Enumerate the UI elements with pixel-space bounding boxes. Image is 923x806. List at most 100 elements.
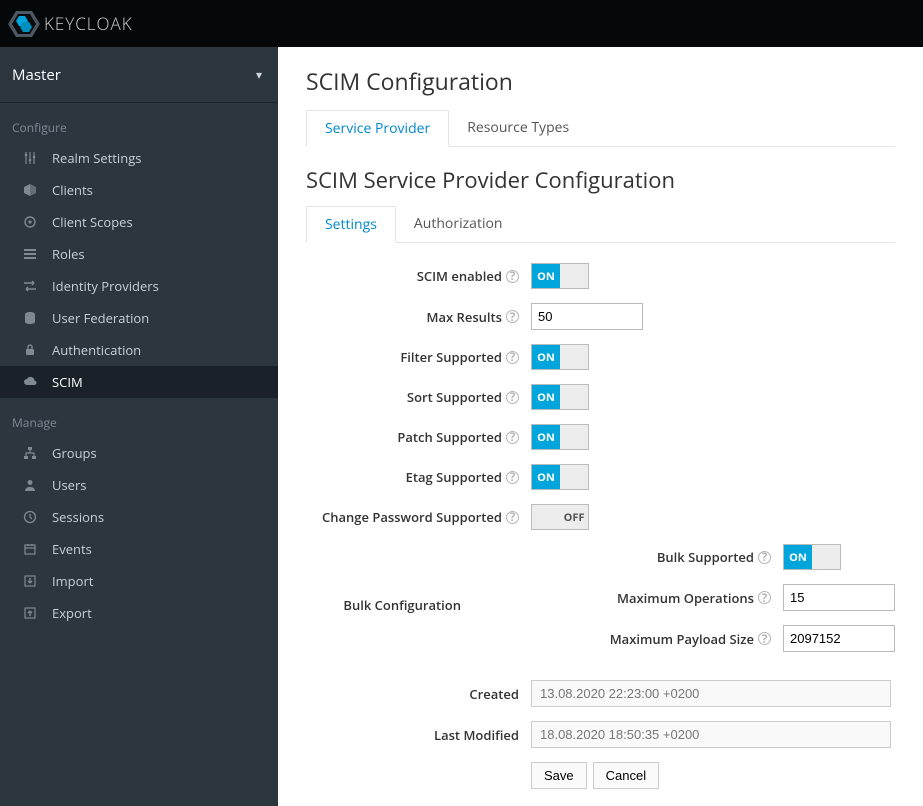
max-results-input[interactable] xyxy=(531,303,643,330)
sliders-icon xyxy=(22,151,38,165)
sub-tabs: SettingsAuthorization xyxy=(306,205,895,243)
subtab-authorization[interactable]: Authorization xyxy=(396,206,521,243)
sidebar-item-authentication[interactable]: Authentication xyxy=(0,334,278,366)
sort-supported-label: Sort Supported xyxy=(407,388,502,406)
brand-logo[interactable]: KEYCLOAK xyxy=(8,11,133,37)
help-icon[interactable]: ? xyxy=(758,632,771,645)
sidebar-item-label: User Federation xyxy=(52,309,149,327)
sidebar-item-label: Realm Settings xyxy=(52,149,141,167)
sidebar-item-user-federation[interactable]: User Federation xyxy=(0,302,278,334)
topbar: KEYCLOAK xyxy=(0,0,923,47)
page-title: SCIM Configuration xyxy=(306,65,895,97)
patch-supported-label: Patch Supported xyxy=(397,428,502,446)
sitemap-icon xyxy=(22,446,38,460)
help-icon[interactable]: ? xyxy=(506,351,519,364)
brand-name: KEYCLOAK xyxy=(44,12,133,35)
help-icon[interactable]: ? xyxy=(506,471,519,484)
patch-supported-toggle[interactable]: ON xyxy=(531,424,895,450)
sidebar-item-label: Identity Providers xyxy=(52,277,159,295)
last-modified-label: Last Modified xyxy=(434,726,519,744)
realm-selector[interactable]: Master ▾ xyxy=(0,47,278,103)
clock-icon xyxy=(22,510,38,524)
etag-supported-toggle[interactable]: ON xyxy=(531,464,895,490)
tab-service-provider[interactable]: Service Provider xyxy=(306,110,449,147)
max-operations-label: Maximum Operations xyxy=(617,589,754,607)
sidebar-item-label: Roles xyxy=(52,245,85,263)
database-icon xyxy=(22,311,38,325)
cube-icon xyxy=(22,183,38,197)
calendar-icon xyxy=(22,542,38,556)
sidebar-item-label: Events xyxy=(52,540,92,558)
sidebar-item-realm-settings[interactable]: Realm Settings xyxy=(0,142,278,174)
sidebar-item-roles[interactable]: Roles xyxy=(0,238,278,270)
help-icon[interactable]: ? xyxy=(506,310,519,323)
sidebar-heading-manage: Manage xyxy=(0,414,278,437)
sidebar-item-identity-providers[interactable]: Identity Providers xyxy=(0,270,278,302)
cancel-button[interactable]: Cancel xyxy=(593,762,659,789)
help-icon[interactable]: ? xyxy=(506,511,519,524)
help-icon[interactable]: ? xyxy=(506,391,519,404)
main-tabs: Service ProviderResource Types xyxy=(306,109,895,147)
main-content: SCIM Configuration Service ProviderResou… xyxy=(278,47,923,806)
sidebar-item-groups[interactable]: Groups xyxy=(0,437,278,469)
sidebar-item-label: Sessions xyxy=(52,508,104,526)
keycloak-logo-icon xyxy=(8,11,40,37)
cloud-icon xyxy=(22,375,38,389)
help-icon[interactable]: ? xyxy=(506,431,519,444)
sidebar-item-label: Export xyxy=(52,604,92,622)
scim-enabled-toggle[interactable]: ON xyxy=(531,263,895,289)
sidebar-item-sessions[interactable]: Sessions xyxy=(0,501,278,533)
export-icon xyxy=(22,606,38,620)
exchange-icon xyxy=(22,279,38,293)
sidebar-item-label: SCIM xyxy=(52,373,83,391)
realm-name: Master xyxy=(12,65,61,85)
scope-icon xyxy=(22,215,38,229)
sidebar-item-label: Import xyxy=(52,572,93,590)
sort-supported-toggle[interactable]: ON xyxy=(531,384,895,410)
sidebar-item-export[interactable]: Export xyxy=(0,597,278,629)
tab-resource-types[interactable]: Resource Types xyxy=(449,110,587,147)
import-icon xyxy=(22,574,38,588)
created-label: Created xyxy=(469,685,519,703)
bulk-supported-label: Bulk Supported xyxy=(657,548,754,566)
created-value xyxy=(531,680,891,707)
change-password-supported-label: Change Password Supported xyxy=(322,508,502,526)
sidebar-heading-configure: Configure xyxy=(0,119,278,142)
help-icon[interactable]: ? xyxy=(506,270,519,283)
sidebar-item-clients[interactable]: Clients xyxy=(0,174,278,206)
save-button[interactable]: Save xyxy=(531,762,587,789)
sidebar-item-import[interactable]: Import xyxy=(0,565,278,597)
sidebar-item-events[interactable]: Events xyxy=(0,533,278,565)
etag-supported-label: Etag Supported xyxy=(406,468,502,486)
chevron-down-icon: ▾ xyxy=(256,66,262,83)
max-payload-input[interactable] xyxy=(783,625,895,652)
sidebar-item-label: Authentication xyxy=(52,341,141,359)
max-operations-input[interactable] xyxy=(783,584,895,611)
lock-icon xyxy=(22,343,38,357)
bulk-configuration-heading: Bulk Configuration xyxy=(343,596,461,614)
sidebar-item-scim[interactable]: SCIM xyxy=(0,366,278,398)
last-modified-value xyxy=(531,721,891,748)
sidebar-item-label: Users xyxy=(52,476,86,494)
filter-supported-label: Filter Supported xyxy=(400,348,502,366)
help-icon[interactable]: ? xyxy=(758,551,771,564)
scim-enabled-label: SCIM enabled xyxy=(417,267,502,285)
sidebar-item-label: Groups xyxy=(52,444,97,462)
subtab-settings[interactable]: Settings xyxy=(306,206,396,243)
sidebar-item-label: Clients xyxy=(52,181,93,199)
sidebar-item-client-scopes[interactable]: Client Scopes xyxy=(0,206,278,238)
sidebar-section-configure: Configure Realm Settings Clients Client Sc… xyxy=(0,103,278,398)
filter-supported-toggle[interactable]: ON xyxy=(531,344,895,370)
sidebar-section-manage: Manage Groups Users Sessions Events Import Ex… xyxy=(0,398,278,629)
settings-form: SCIM enabled? ON Max Results? Filter Sup… xyxy=(306,263,895,789)
section-title: SCIM Service Provider Configuration xyxy=(306,165,895,195)
help-icon[interactable]: ? xyxy=(758,591,771,604)
user-icon xyxy=(22,478,38,492)
change-password-supported-toggle[interactable]: OFF xyxy=(531,504,895,530)
list-icon xyxy=(22,247,38,261)
sidebar: Master ▾ Configure Realm Settings Clients… xyxy=(0,47,278,806)
max-payload-label: Maximum Payload Size xyxy=(610,630,754,648)
bulk-supported-toggle[interactable]: ON xyxy=(783,544,895,570)
max-results-label: Max Results xyxy=(426,308,502,326)
sidebar-item-users[interactable]: Users xyxy=(0,469,278,501)
